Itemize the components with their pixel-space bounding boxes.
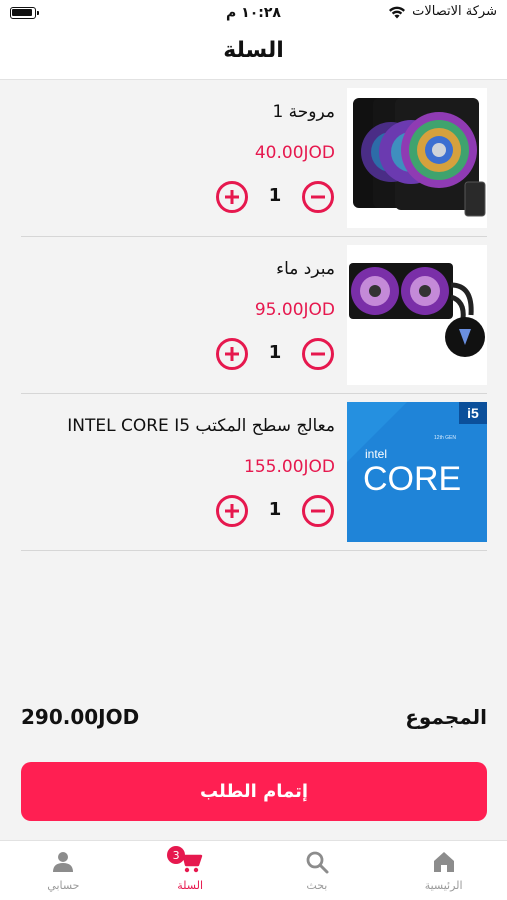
rgb-case-fans-icon bbox=[347, 88, 487, 228]
quantity-stepper: 1 bbox=[215, 180, 335, 214]
svg-text:i5: i5 bbox=[467, 405, 479, 421]
product-image[interactable] bbox=[347, 245, 487, 385]
cart-count-badge: 3 bbox=[167, 846, 186, 864]
plus-icon[interactable] bbox=[215, 180, 249, 214]
carrier-info: شركة الاتصالات bbox=[388, 4, 497, 19]
user-icon bbox=[53, 852, 74, 872]
total-row: المجموع 290.00JOD bbox=[21, 705, 487, 735]
svg-text:CORE: CORE bbox=[363, 460, 461, 498]
quantity-value: 1 bbox=[268, 185, 282, 206]
tab-search[interactable]: بحث bbox=[254, 841, 381, 900]
svg-text:intel: intel bbox=[365, 447, 387, 461]
product-name: معالج سطح المكتب INTEL CORE I5 bbox=[67, 416, 335, 436]
liquid-cooler-icon bbox=[347, 245, 487, 385]
quantity-stepper: 1 bbox=[215, 494, 335, 528]
product-image[interactable]: i5 12th GEN intel CORE bbox=[347, 402, 487, 542]
minus-icon[interactable] bbox=[301, 494, 335, 528]
tab-home[interactable]: الرئيسية bbox=[380, 841, 507, 900]
svg-text:12th GEN: 12th GEN bbox=[434, 435, 456, 441]
cart-item: مروحة 1 40.00JOD 1 bbox=[21, 80, 487, 237]
quantity-stepper: 1 bbox=[215, 337, 335, 371]
intel-core-i5-box-icon: i5 12th GEN intel CORE bbox=[347, 402, 487, 542]
cart-item: مبرد ماء 95.00JOD 1 bbox=[21, 237, 487, 394]
plus-icon[interactable] bbox=[215, 494, 249, 528]
page-title: السلة bbox=[223, 38, 284, 63]
tab-cart[interactable]: 3 السلة bbox=[127, 841, 254, 900]
product-price: 95.00JOD bbox=[254, 300, 335, 320]
product-name: مروحة 1 bbox=[272, 102, 335, 122]
bottom-tab-bar: الرئيسية بحث 3 السلة حسابي bbox=[0, 840, 507, 900]
cart-item: i5 12th GEN intel CORE معالج سطح المكتب … bbox=[21, 394, 487, 551]
quantity-value: 1 bbox=[268, 342, 282, 363]
total-label: المجموع bbox=[405, 705, 487, 729]
quantity-value: 1 bbox=[268, 499, 282, 520]
product-name: مبرد ماء bbox=[276, 259, 335, 279]
checkout-button[interactable]: إتمام الطلب bbox=[21, 762, 487, 821]
tab-account[interactable]: حسابي bbox=[0, 841, 127, 900]
minus-icon[interactable] bbox=[301, 180, 335, 214]
cart-list: مروحة 1 40.00JOD 1 مبرد ماء 95.00JOD 1 i… bbox=[21, 80, 487, 551]
product-price: 40.00JOD bbox=[254, 143, 335, 163]
status-bar: ١٠:٢٨ م شركة الاتصالات bbox=[0, 0, 507, 30]
product-price: 155.00JOD bbox=[244, 457, 335, 477]
home-icon bbox=[433, 852, 454, 872]
search-icon bbox=[306, 851, 329, 874]
wifi-icon bbox=[389, 6, 406, 18]
minus-icon[interactable] bbox=[301, 337, 335, 371]
tab-label: حسابي bbox=[47, 879, 80, 892]
tab-label: الرئيسية bbox=[424, 879, 463, 892]
tab-label: السلة bbox=[177, 879, 204, 892]
tab-label: بحث bbox=[306, 879, 328, 892]
total-value: 290.00JOD bbox=[21, 705, 140, 729]
plus-icon[interactable] bbox=[215, 337, 249, 371]
carrier-name: شركة الاتصالات bbox=[412, 4, 497, 19]
product-image[interactable] bbox=[347, 88, 487, 228]
app-header: السلة bbox=[0, 30, 507, 80]
